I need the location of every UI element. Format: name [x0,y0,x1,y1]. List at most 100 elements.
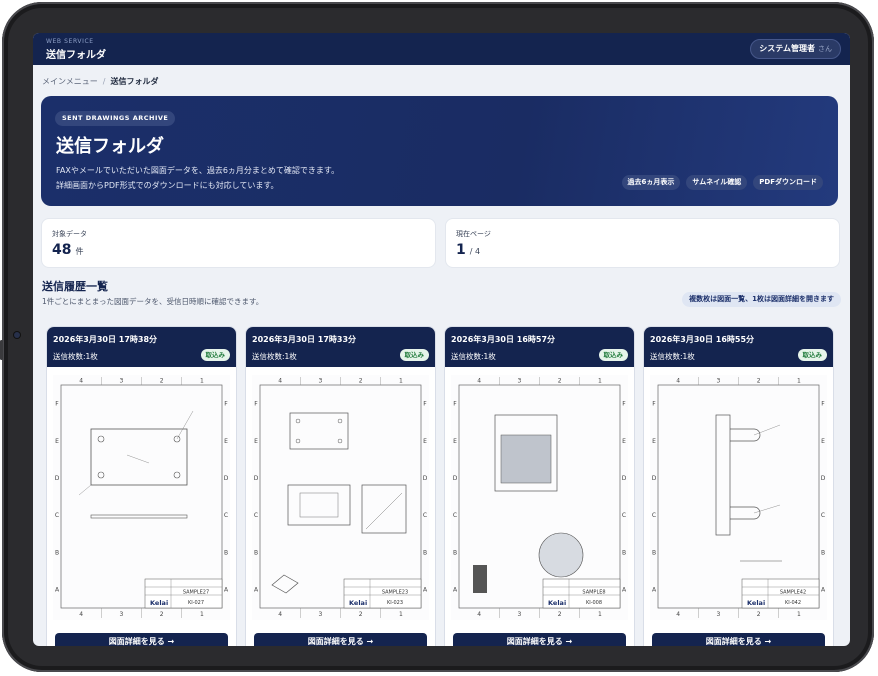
power-button[interactable] [0,340,3,360]
drawing-thumbnail[interactable]: 44332211F FE ED DC CB BA A SAMPLE27KI-027Kelai [53,375,230,620]
breadcrumb-current: 送信フォルダ [110,77,159,86]
card-count: 送信枚数:1枚 [53,352,98,361]
hero-tag: SENT DRAWINGS ARCHIVE [55,111,176,126]
feature-pill-thumbnail: サムネイル確認 [686,175,748,190]
grid-ref-left: C [254,512,258,519]
grid-ref-top: 3 [517,378,521,385]
grid-ref-top: 1 [200,378,204,385]
brand-logo: Kelai [548,599,566,607]
grid-ref-right: C [622,512,626,519]
grid-ref-right: E [622,438,626,445]
brand-logo: Kelai [349,599,367,607]
drawing-thumbnail[interactable]: 44332211F FE ED DC CB BA A SAMPLE8KI-008Kelai [451,375,628,620]
screen: WEB SERVICE 送信フォルダ システム管理者 さん メインメニュー / 送信フ… [33,33,850,646]
tablet-frame: WEB SERVICE 送信フォルダ システム管理者 さん メインメニュー / 送信フ… [2,2,874,672]
grid-ref-left: C [652,512,656,519]
grid-ref-right: E [224,438,228,445]
drawing-code: KI-027 [188,600,204,606]
grid-ref-right: B [821,549,825,556]
breadcrumb-separator: / [102,77,106,86]
detail-button[interactable]: 図面詳細を見る → [254,633,427,646]
grid-ref-left: E [453,438,457,445]
grid-ref-bottom: 2 [359,611,363,618]
user-suffix: さん [818,45,832,53]
stat-page-label: 現在ページ [456,230,491,238]
top-bar: WEB SERVICE 送信フォルダ システム管理者 さん [33,33,850,65]
card-date: 2026年3月30日 17時38分 [53,335,158,344]
brand-logo: Kelai [747,599,765,607]
drawing-thumbnail[interactable]: 44332211F FE ED DC CB BA A SAMPLE23KI-023Kelai [252,375,429,620]
card-header: 2026年3月30日 16時55分 送信枚数:1枚 取込み [644,327,833,367]
grid-ref-left: B [55,549,59,556]
detail-button[interactable]: 図面詳細を見る → [55,633,228,646]
grid-ref-bottom: 2 [757,611,761,618]
grid-ref-bottom: 4 [676,611,680,618]
grid-ref-bottom: 3 [716,611,720,618]
grid-ref-left: D [55,475,60,482]
status-badge: 取込み [399,349,429,361]
history-card[interactable]: 2026年3月30日 17時38分 送信枚数:1枚 取込み 4 4 3 3 2 2 1 1 F F… [46,326,237,646]
grid-ref-top: 4 [79,378,83,385]
status-badge: 取込み [797,349,827,361]
drawing-code: KI-008 [586,600,602,606]
grid-ref-top: 4 [676,378,680,385]
hero-description-1: FAXやメールでいただいた図面データを、過去6ヵ月分まとめて確認できます。 [56,166,340,175]
grid-ref-right: F [622,401,626,408]
card-date: 2026年3月30日 17時33分 [252,335,357,344]
grid-ref-bottom: 4 [477,611,481,618]
grid-ref-bottom: 1 [200,611,204,618]
drawing-thumbnail[interactable]: 44332211F FE ED DC CB BA A SAMPLE42KI-042Kelai [650,375,827,620]
user-menu[interactable]: システム管理者 さん [750,39,841,59]
drawing-code: KI-042 [785,600,801,606]
feature-pills: 過去6ヵ月表示 サムネイル確認 PDFダウンロード [621,175,823,190]
grid-ref-bottom: 1 [399,611,403,618]
grid-ref-right: F [423,401,427,408]
grid-ref-left: F [453,401,457,408]
section-note: 複数枚は図面一覧、1枚は図面詳細を開きます [682,292,841,307]
grid-ref-right: B [423,549,427,556]
card-header: 2026年3月30日 17時38分 送信枚数:1枚 取込み [47,327,236,367]
card-count: 送信枚数:1枚 [252,352,297,361]
hero-banner: SENT DRAWINGS ARCHIVE 送信フォルダ FAXやメールでいただ… [41,96,838,206]
grid-ref-bottom: 1 [598,611,602,618]
service-label: WEB SERVICE [46,38,94,45]
grid-ref-top: 1 [399,378,403,385]
history-card[interactable]: 2026年3月30日 17時33分 送信枚数:1枚 取込み 4 4 3 3 2 2 1 1 F F… [245,326,436,646]
hero-description-2: 詳細画面からPDF形式でのダウンロードにも対応しています。 [56,181,279,190]
grid-ref-bottom: 3 [119,611,123,618]
grid-ref-top: 1 [797,378,801,385]
drawing-sample-name: SAMPLE27 [183,590,209,596]
grid-ref-right: D [622,475,627,482]
grid-ref-left: D [652,475,657,482]
card-date: 2026年3月30日 16時55分 [650,335,755,344]
page-title: 送信フォルダ [56,136,164,157]
grid-ref-top: 2 [757,378,761,385]
grid-ref-left: F [652,401,656,408]
drawing-code: KI-023 [387,600,403,606]
card-count: 送信枚数:1枚 [650,352,695,361]
grid-ref-right: D [821,475,826,482]
history-card[interactable]: 2026年3月30日 16時55分 送信枚数:1枚 取込み 4 4 3 3 2 2 1 1 F F… [643,326,834,646]
grid-ref-top: 3 [318,378,322,385]
history-card[interactable]: 2026年3月30日 16時57分 送信枚数:1枚 取込み 4 4 3 3 2 2 1 1 F F… [444,326,635,646]
detail-button[interactable]: 図面詳細を見る → [453,633,626,646]
grid-ref-left: C [55,512,59,519]
grid-ref-bottom: 2 [558,611,562,618]
card-header: 2026年3月30日 16時57分 送信枚数:1枚 取込み [445,327,634,367]
grid-ref-left: B [453,549,457,556]
card-count: 送信枚数:1枚 [451,352,496,361]
stat-total-value: 48 件 [52,242,84,258]
stat-total-label: 対象データ [52,230,87,238]
grid-ref-top: 3 [716,378,720,385]
drawing-sample-name: SAMPLE8 [582,590,605,596]
breadcrumb-parent-link[interactable]: メインメニュー [42,77,98,86]
grid-ref-left: B [254,549,258,556]
grid-ref-right: E [821,438,825,445]
grid-ref-right: F [224,401,228,408]
grid-ref-bottom: 4 [79,611,83,618]
grid-ref-right: F [821,401,825,408]
detail-button[interactable]: 図面詳細を見る → [652,633,825,646]
grid-ref-left: B [652,549,656,556]
grid-ref-right: E [423,438,427,445]
grid-ref-left: F [55,401,59,408]
